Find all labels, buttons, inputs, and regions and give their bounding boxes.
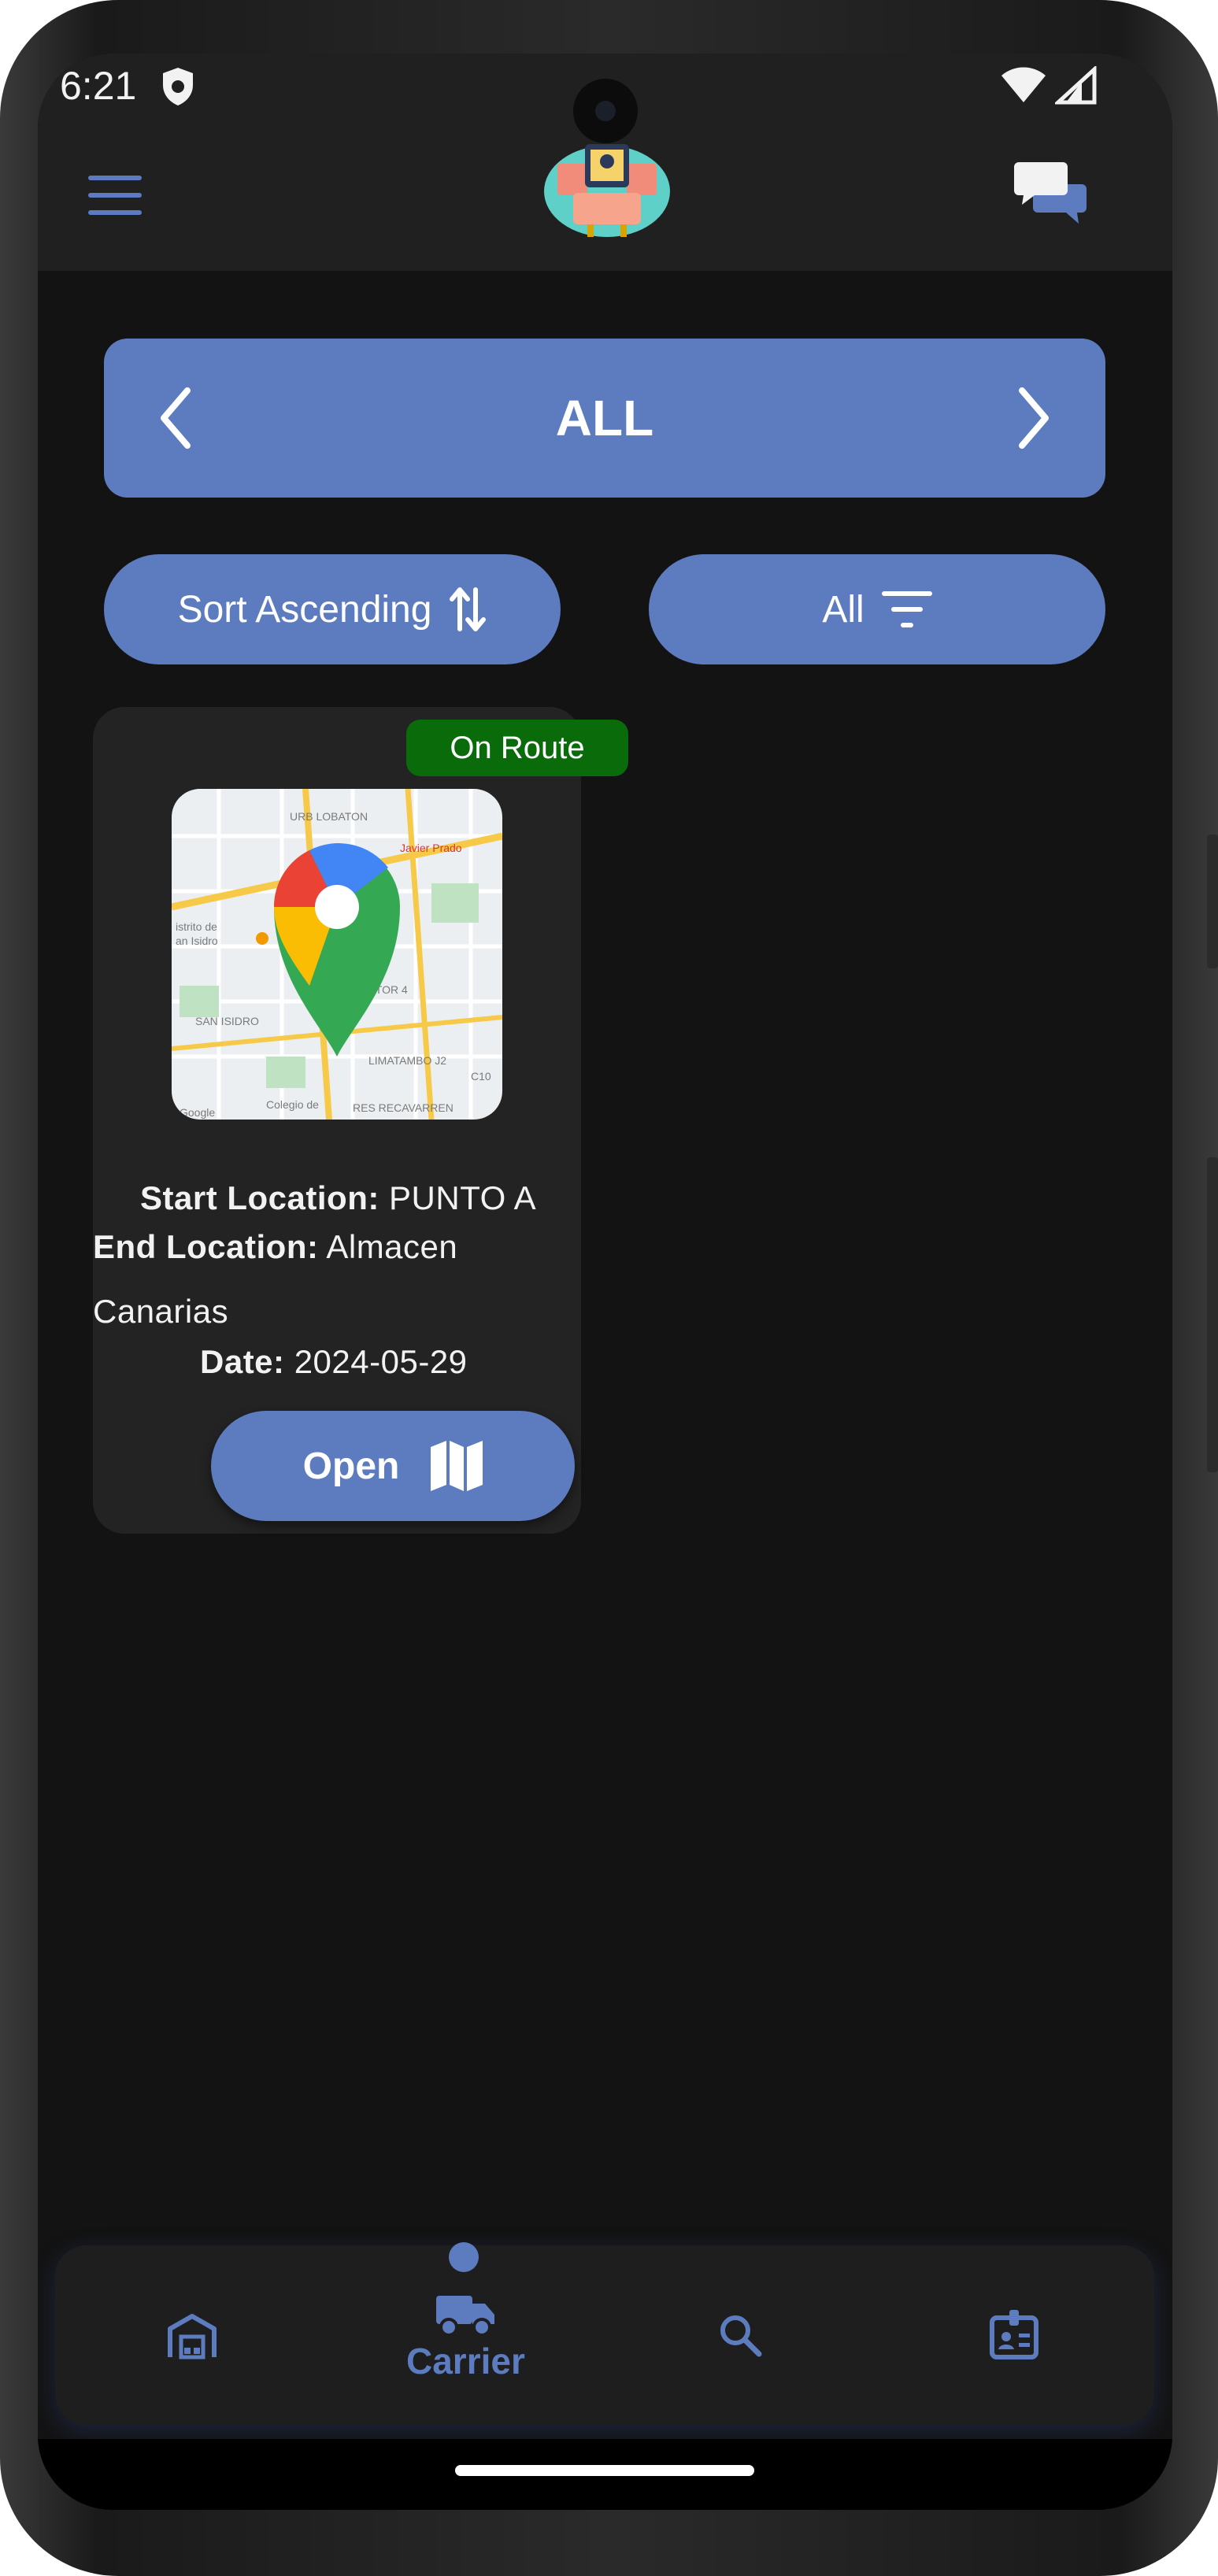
open-button[interactable]: Open (211, 1411, 575, 1521)
status-icons (1000, 65, 1098, 105)
category-selector: ALL (104, 339, 1105, 498)
nav-label-carrier[interactable]: Carrier (406, 2340, 525, 2382)
date-value: 2024-05-29 (294, 1343, 468, 1380)
shield-icon (163, 68, 193, 105)
status-badge: On Route (406, 720, 628, 776)
map-label: RES RECAVARREN (353, 1101, 454, 1114)
map-icon (431, 1441, 483, 1491)
warehouse-icon[interactable] (167, 2313, 217, 2360)
chat-bubbles-icon[interactable] (1014, 162, 1087, 224)
start-location: Start Location: PUNTO A (140, 1179, 536, 1217)
filter-button-label: All (822, 588, 864, 631)
front-camera (573, 79, 638, 143)
home-gesture-bar[interactable] (455, 2465, 754, 2476)
chevron-left-icon[interactable] (156, 384, 195, 452)
map-label: URB LOBATON (290, 810, 368, 823)
hamburger-menu-icon[interactable] (88, 176, 142, 221)
start-location-label: Start Location: (140, 1179, 379, 1216)
map-label: an Isidro (176, 935, 218, 947)
filter-lines-icon (881, 591, 932, 627)
sort-button-label: Sort Ascending (177, 588, 432, 631)
id-badge-icon[interactable] (989, 2308, 1039, 2360)
screen: 6:21 ALL Sort Ascending All On Route URB… (38, 54, 1172, 2510)
map-image: URB LOBATON istrito de an Isidro SAN ISI… (172, 789, 502, 1120)
map-label: istrito de (176, 920, 217, 933)
signal-icon (1053, 65, 1097, 105)
end-location-label: End Location: (93, 1228, 319, 1265)
end-location-continued: Canarias (93, 1293, 229, 1330)
map-label: C10 (471, 1070, 491, 1083)
map-label: SAN ISIDRO (195, 1015, 259, 1027)
status-time: 6:21 (60, 64, 137, 108)
open-button-label: Open (302, 1445, 400, 1487)
phone-power-button (1207, 835, 1218, 968)
route-date: Date: 2024-05-29 (200, 1343, 468, 1381)
end-location: End Location: Almacen (93, 1228, 457, 1266)
app-logo (544, 144, 670, 237)
map-label: LIMATAMBO J2 (368, 1054, 446, 1067)
end-location-value: Almacen (326, 1228, 458, 1265)
active-indicator-dot (449, 2242, 479, 2272)
map-label: Google (180, 1106, 215, 1119)
phone-volume-button (1207, 1157, 1218, 1472)
route-card[interactable]: On Route URB LOBATON istrito de an Isidr… (93, 707, 628, 1534)
search-icon[interactable] (718, 2313, 762, 2357)
map-thumbnail: URB LOBATON istrito de an Isidro SAN ISI… (172, 789, 502, 1120)
sort-arrows-icon (450, 587, 487, 631)
map-label: Colegio de (266, 1098, 319, 1111)
category-label: ALL (555, 390, 654, 446)
map-label: Javier Prado (400, 842, 462, 854)
wifi-icon (1001, 67, 1046, 102)
start-location-value: PUNTO A (389, 1179, 537, 1216)
date-label: Date: (200, 1343, 285, 1380)
filter-button[interactable]: All (649, 554, 1105, 664)
truck-icon[interactable] (436, 2293, 496, 2337)
chevron-right-icon[interactable] (1014, 384, 1053, 452)
sort-button[interactable]: Sort Ascending (104, 554, 561, 664)
